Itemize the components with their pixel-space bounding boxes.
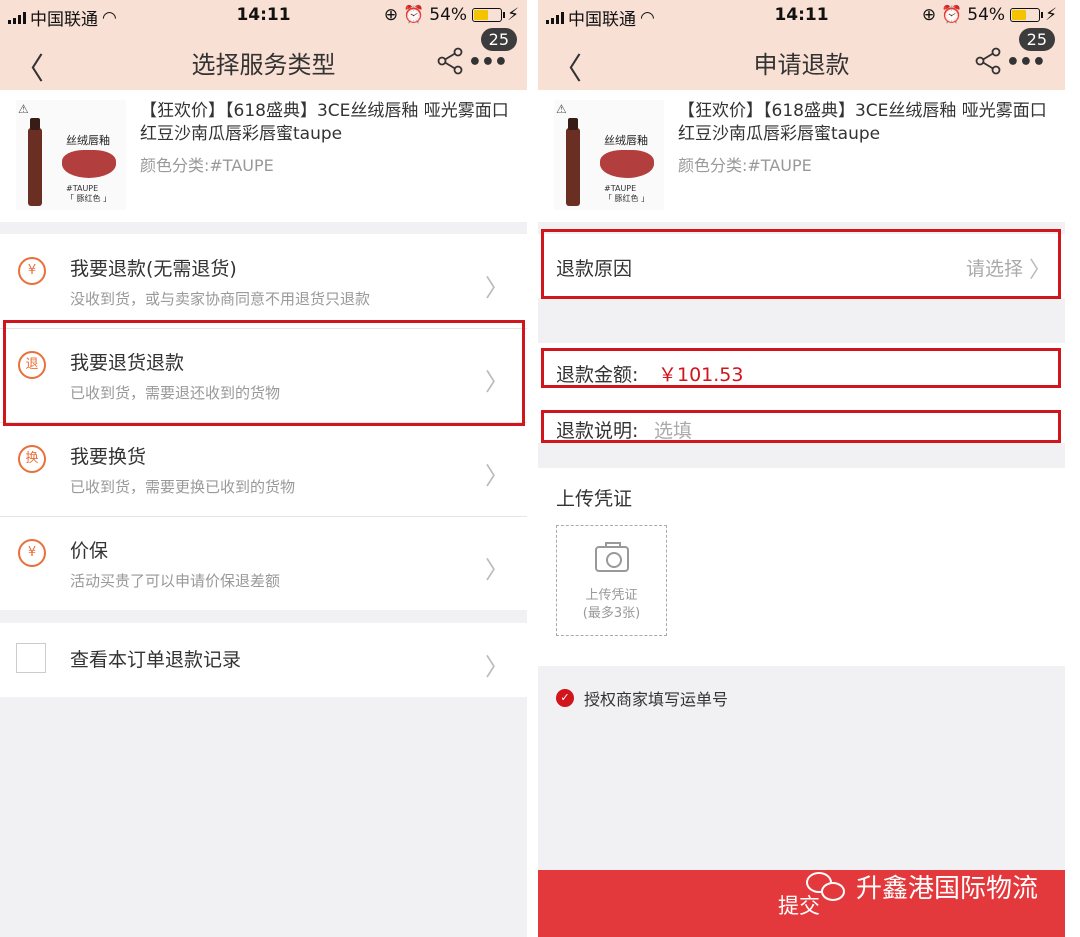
option-price-protect[interactable]: ¥ 价保 活动买贵了可以申请价保退差额 〉 <box>0 516 527 610</box>
refund-records-row[interactable]: 查看本订单退款记录 〉 <box>0 623 527 697</box>
message-badge: 25 <box>480 28 517 51</box>
left-screen: 中国联通 ◠ 14:11 ⊕ ⏰ 54% ⚡ 〈 选择服务类型 ••• 25 ⚠… <box>0 0 527 937</box>
upload-title: 上传凭证 <box>556 488 633 510</box>
highlight-box <box>541 229 1061 299</box>
option-title: 价保 <box>70 540 109 562</box>
product-card: ⚠ 丝绒唇釉 #TAUPE 「 豚红色 」 【狂欢价】【618盛典】3CE丝绒唇釉… <box>0 90 527 222</box>
watermark: 升鑫港国际物流 <box>806 868 1038 905</box>
battery-percent: 54% <box>967 5 1006 25</box>
highlight-box <box>3 320 525 426</box>
product-spec: 颜色分类:#TAUPE <box>140 156 274 175</box>
battery-icon <box>1010 8 1044 22</box>
highlight-box <box>541 348 1061 388</box>
wechat-icon <box>806 870 848 904</box>
brand-logo-icon: ⚠ <box>18 102 29 116</box>
option-title: 我要换货 <box>70 446 147 468</box>
product-title: 【狂欢价】【618盛典】3CE丝绒唇釉 哑光雾面口红豆沙南瓜唇彩唇蜜taupe <box>678 101 1047 144</box>
option-subtitle: 没收到货，或与卖家协商同意不用退货只退款 <box>70 290 371 308</box>
option-subtitle: 已收到货，需要更换已收到的货物 <box>70 478 296 496</box>
nav-bar: 〈 选择服务类型 ••• 25 <box>0 28 527 90</box>
refund-icon: ¥ <box>18 257 46 285</box>
charging-icon: ⚡ <box>507 5 519 25</box>
authorize-option[interactable]: ✓ 授权商家填写运单号 <box>556 686 728 710</box>
option-refund-only[interactable]: ¥ 我要退款(无需退货) 没收到货，或与卖家协商同意不用退货只退款 〉 <box>0 234 527 328</box>
more-icon[interactable]: ••• <box>1006 50 1046 75</box>
product-image: ⚠ 丝绒唇釉 #TAUPE 「 豚红色 」 <box>16 100 126 210</box>
exchange-icon: 换 <box>18 445 46 473</box>
product-image: ⚠ 丝绒唇釉 #TAUPE 「 豚红色 」 <box>554 100 664 210</box>
alarm-icon: ⏰ <box>941 5 963 25</box>
nav-bar: 〈 申请退款 ••• 25 <box>538 28 1065 90</box>
records-label: 查看本订单退款记录 <box>70 649 242 671</box>
check-icon[interactable]: ✓ <box>556 689 574 707</box>
camera-icon <box>595 542 629 572</box>
option-subtitle: 活动买贵了可以申请价保退差额 <box>70 572 281 590</box>
share-icon[interactable] <box>973 46 1003 76</box>
message-badge: 25 <box>1018 28 1055 51</box>
product-title: 【狂欢价】【618盛典】3CE丝绒唇釉 哑光雾面口红豆沙南瓜唇彩唇蜜taupe <box>140 101 509 144</box>
product-spec: 颜色分类:#TAUPE <box>678 156 812 175</box>
authorize-label: 授权商家填写运单号 <box>584 690 729 709</box>
brand-logo-icon: ⚠ <box>556 102 567 116</box>
battery-icon <box>472 8 506 22</box>
share-icon[interactable] <box>435 46 465 76</box>
alarm-icon: ⏰ <box>403 5 425 25</box>
more-icon[interactable]: ••• <box>468 50 508 75</box>
chevron-right-icon: 〉 <box>485 653 509 681</box>
battery-percent: 54% <box>429 5 468 25</box>
status-bar: 中国联通 ◠ 14:11 ⊕ ⏰ 54% ⚡ <box>538 0 1065 32</box>
chevron-right-icon: 〉 <box>485 462 509 490</box>
option-title: 我要退款(无需退货) <box>70 258 237 280</box>
price-protect-icon: ¥ <box>18 539 46 567</box>
chevron-right-icon: 〉 <box>485 556 509 584</box>
rotation-lock-icon: ⊕ <box>383 5 399 25</box>
upload-button[interactable]: 上传凭证 (最多3张) <box>556 525 667 636</box>
status-bar: 中国联通 ◠ 14:11 ⊕ ⏰ 54% ⚡ <box>0 0 527 32</box>
charging-icon: ⚡ <box>1045 5 1057 25</box>
right-screen: 中国联通 ◠ 14:11 ⊕ ⏰ 54% ⚡ 〈 申请退款 ••• 25 ⚠ 丝… <box>538 0 1065 937</box>
product-card: ⚠ 丝绒唇釉 #TAUPE 「 豚红色 」 【狂欢价】【618盛典】3CE丝绒唇釉… <box>538 90 1065 222</box>
watermark-text: 升鑫港国际物流 <box>856 874 1039 904</box>
option-exchange[interactable]: 换 我要换货 已收到货，需要更换已收到的货物 〉 <box>0 422 527 516</box>
chevron-right-icon: 〉 <box>485 274 509 302</box>
records-checkbox[interactable] <box>16 643 46 673</box>
rotation-lock-icon: ⊕ <box>921 5 937 25</box>
highlight-box <box>541 410 1061 443</box>
